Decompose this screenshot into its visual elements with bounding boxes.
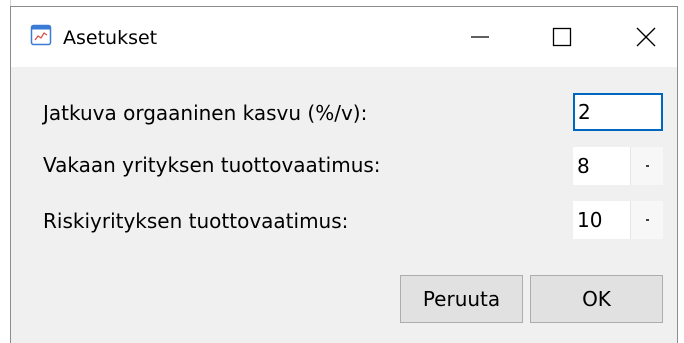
- maximize-button[interactable]: [539, 7, 585, 67]
- settings-dialog: Asetukset Jatkuva orgaaninen kasvu (%/v)…: [10, 6, 678, 343]
- title-bar[interactable]: Asetukset: [11, 7, 677, 67]
- stable-company-return-label: Vakaan yrityksen tuottovaatimus:: [43, 153, 381, 177]
- dropdown-arrow-icon: [645, 219, 649, 221]
- ok-button[interactable]: OK: [530, 275, 663, 323]
- stable-company-return-dropdown[interactable]: 8: [573, 147, 663, 185]
- minimize-button[interactable]: [457, 7, 503, 67]
- cancel-button[interactable]: Peruuta: [400, 275, 523, 323]
- window-title: Asetukset: [63, 27, 158, 49]
- maximize-icon: [552, 27, 572, 47]
- stable-company-return-arrow-button[interactable]: [630, 147, 663, 185]
- stable-company-return-value: 8: [577, 154, 590, 178]
- background-strip: [0, 0, 684, 5]
- risk-company-return-label: Riskiyrityksen tuottovaatimus:: [43, 209, 349, 233]
- risk-company-return-arrow-button[interactable]: [630, 201, 663, 239]
- risk-company-return-dropdown[interactable]: 10: [573, 201, 663, 239]
- dropdown-arrow-icon: [645, 165, 649, 167]
- chart-app-icon: [30, 24, 52, 46]
- minimize-icon: [471, 36, 489, 38]
- risk-company-return-value: 10: [577, 208, 603, 232]
- close-icon: [636, 27, 656, 47]
- close-button[interactable]: [623, 7, 669, 67]
- growth-rate-label: Jatkuva orgaaninen kasvu (%/v):: [43, 101, 368, 125]
- growth-rate-input[interactable]: [573, 93, 663, 131]
